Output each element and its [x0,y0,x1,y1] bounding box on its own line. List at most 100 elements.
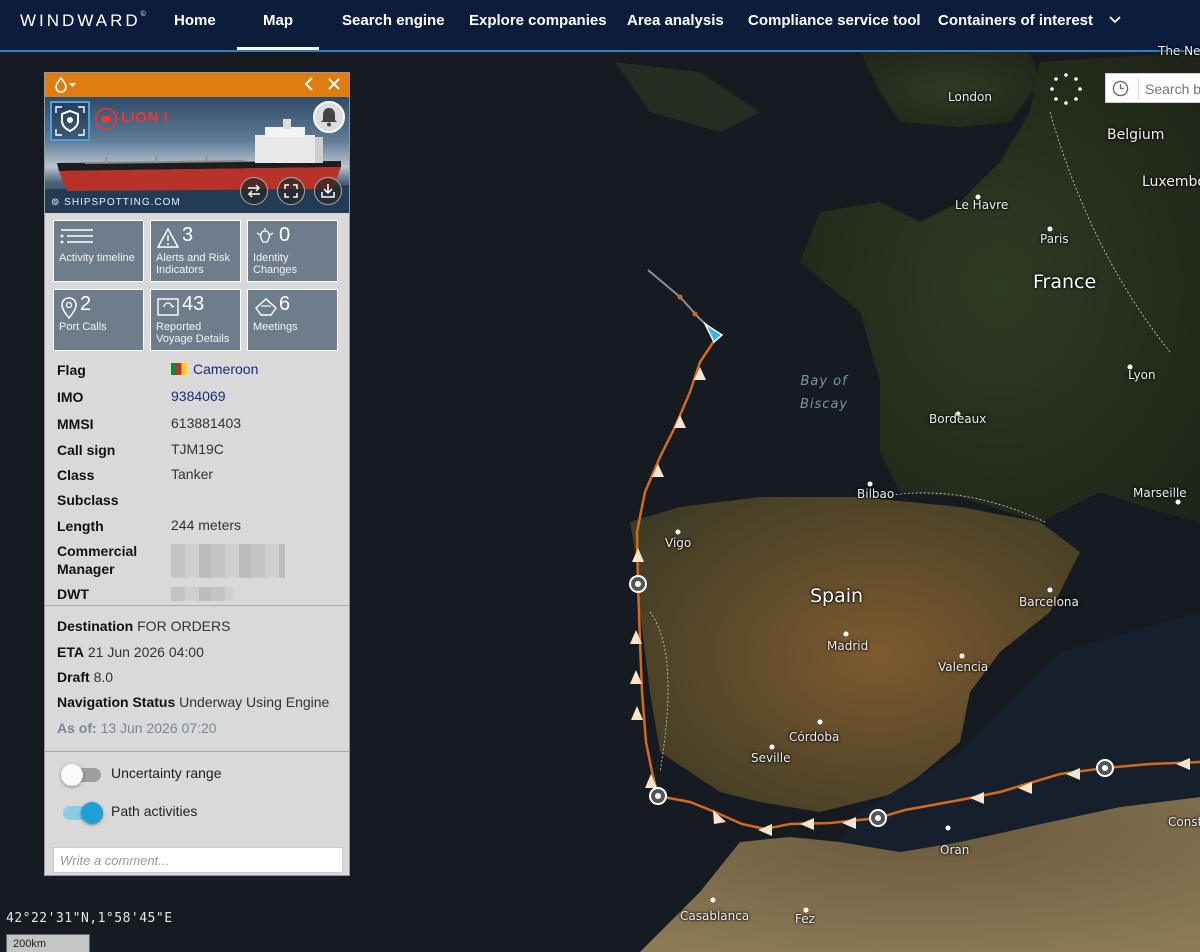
fullscreen-button[interactable] [277,177,305,205]
map-label-france: France [1033,271,1097,293]
map-label-fez: Fez [795,912,815,926]
expand-icon [284,184,298,198]
toggle-knob [61,764,83,786]
class-value: Tanker [171,466,214,482]
nav-explore-companies[interactable]: Explore companies [469,0,607,50]
risk-warning-icon[interactable] [95,108,117,130]
map-label-bilbao: Bilbao [857,487,895,501]
tile-label: Activity timeline [59,252,135,264]
clock-icon[interactable] [1112,80,1129,97]
shield-icon [55,106,85,136]
tile-activity-timeline[interactable]: Activity timeline [53,220,144,282]
detail-label: Class [57,467,95,483]
vessel-type-badge[interactable] [50,101,90,141]
summary-tiles: Activity timeline 3 Alerts and Risk Indi… [45,213,349,353]
map-label-barcelona: Barcelona [1019,595,1079,609]
tile-label: Port Calls [59,321,107,333]
detail-label: IMO [57,389,84,405]
comment-input[interactable] [53,847,343,873]
flag-value[interactable]: Cameroon [171,361,258,377]
nav-containers-label: Containers of interest [938,12,1094,29]
eta-row: ETA 21 Jun 2026 04:00 [57,644,204,660]
cameroon-flag-icon [171,363,187,375]
detail-label: Commercial Manager [57,543,138,577]
tile-identity-changes[interactable]: 0 Identity Changes [247,220,338,282]
vessel-details: Flag Cameroon IMO 9384069 MMSI 613881403… [45,353,349,605]
map-label-constantine: Const [1168,815,1200,829]
detail-label: MMSI [57,416,94,432]
tile-number: 2 [80,293,92,315]
nav-containers-of-interest[interactable]: Containers of interest [938,0,1121,50]
tile-alerts-risk[interactable]: 3 Alerts and Risk Indicators [150,220,241,282]
map-label-bordeaux: Bordeaux [929,412,987,426]
map-label-belgium: Belgium [1107,127,1165,143]
tile-reported-voyage[interactable]: 43 Reported Voyage Details [150,289,241,351]
nav-search-engine[interactable]: Search engine [342,0,445,50]
panel-header [45,73,349,97]
tile-label: Meetings [253,321,298,333]
ship-meeting-icon [255,298,277,316]
chevron-down-icon [1109,16,1121,24]
draft-row: Draft 8.0 [57,669,114,685]
vessel-type-dropdown-icon[interactable] [55,77,77,93]
compare-button[interactable] [240,177,268,205]
map-label-seville: Seville [751,751,791,765]
navigation-status-row: Navigation Status Underway Using Engine [57,694,330,710]
identity-change-icon [256,228,274,243]
voyage-section: Destination FOR ORDERS ETA 21 Jun 2026 0… [45,605,349,751]
vessel-photo: LION I ⊚ SHIPSPOTTING.COM [45,97,349,213]
map-label-cordoba: Córdoba [789,730,840,744]
toggle-knob [81,802,103,824]
detail-label: DWT [57,586,89,602]
map-label-marseille: Marseille [1133,486,1187,500]
map-search-box[interactable] [1105,73,1200,103]
collapse-panel-icon[interactable] [302,76,316,92]
close-panel-icon[interactable] [326,76,342,92]
location-pin-icon [61,297,77,320]
tile-label: Reported Voyage Details [156,321,230,345]
tile-port-calls[interactable]: 2 Port Calls [53,289,144,351]
cursor-coordinates: 42°22'31"N,1°58'45"E [6,911,173,926]
nav-home[interactable]: Home [174,0,216,50]
redacted-manager [171,544,285,578]
map-label-madrid: Madrid [827,639,869,653]
path-activities-toggle[interactable] [63,802,103,824]
destination-row: Destination FOR ORDERS [57,618,231,634]
voyage-report-icon [157,298,179,316]
swap-icon [247,184,261,198]
vessel-name: LION I [121,109,169,126]
map-label-vigo: Vigo [665,536,692,550]
uncertainty-range-toggle[interactable] [61,764,101,786]
download-icon [321,184,335,198]
notification-bell-button[interactable] [313,101,345,133]
vessel-info-panel: LION I ⊚ SHIPSPOTTING.COM Activity timel… [44,72,350,876]
map-scale-bar: 200km [6,934,90,952]
nav-map[interactable]: Map [237,0,319,50]
nav-area-analysis[interactable]: Area analysis [627,0,724,50]
windward-logo[interactable]: WINDWARD© [20,11,146,31]
toggle-label: Uncertainty range [111,765,222,781]
map-label-oran: Oran [940,843,970,857]
map-toggles: Uncertainty range Path activities [45,751,349,839]
nav-compliance-service-tool[interactable]: Compliance service tool [748,0,921,50]
map-label-spain: Spain [810,585,864,607]
bell-icon [321,108,337,127]
warning-triangle-icon [156,227,180,248]
as-of-row: As of: 13 Jun 2026 07:20 [57,720,217,736]
map-label-lyon: Lyon [1128,368,1156,382]
top-navigation-bar: WINDWARD© Home Map Search engine Explore… [0,0,1200,52]
map-label-le-havre: Le Havre [955,198,1009,212]
download-button[interactable] [314,177,342,205]
tile-number: 43 [182,293,205,315]
length-value: 244 meters [171,517,242,533]
imo-value[interactable]: 9384069 [171,388,226,404]
map-label-paris: Paris [1040,232,1069,246]
tile-label: Identity Changes [253,252,298,276]
tile-meetings[interactable]: 6 Meetings [247,289,338,351]
camera-icon: ⊚ [51,197,65,208]
detail-label: Call sign [57,442,116,458]
map-search-input[interactable] [1138,78,1200,100]
timeline-icon [60,229,93,244]
callsign-value: TJM19C [171,441,224,457]
tile-number: 0 [279,224,291,246]
